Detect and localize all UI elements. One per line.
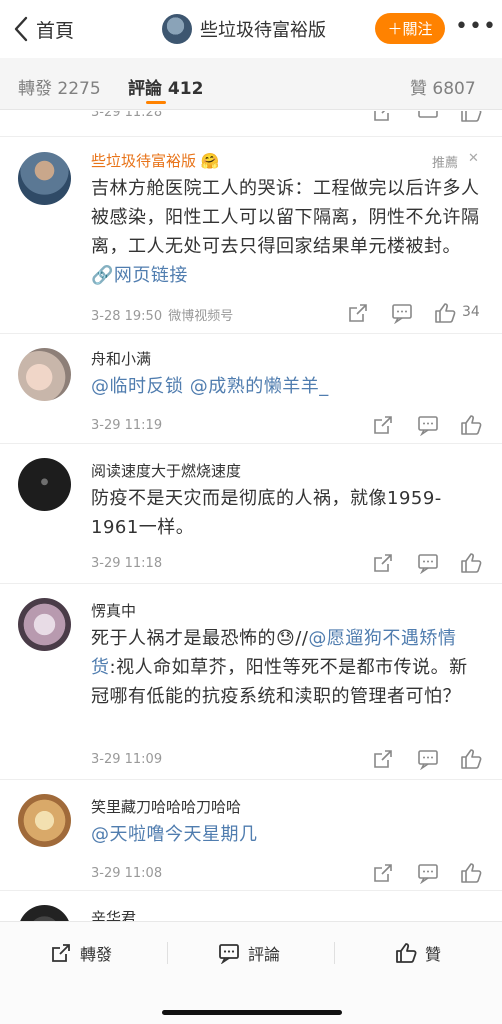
comment-time: 3-29 11:08: [91, 866, 163, 881]
comment-icon[interactable]: [391, 302, 413, 324]
follow-button[interactable]: ＋關注: [375, 13, 445, 44]
like-label: 贊: [425, 945, 442, 964]
avatar[interactable]: [18, 794, 71, 847]
recommended-label: 推薦: [432, 156, 459, 171]
comment-text[interactable]: @天啦噜今天星期几: [91, 820, 481, 849]
list-item[interactable]: 笑里藏刀哈哈哈刀哈哈 @天啦噜今天星期几 3-29 11:08: [0, 780, 502, 891]
like-icon[interactable]: [460, 111, 482, 123]
comment-icon[interactable]: [417, 552, 439, 574]
like-icon[interactable]: [460, 414, 482, 436]
repost-icon[interactable]: [372, 111, 394, 123]
like-icon: [396, 943, 417, 963]
repost-button[interactable]: 轉發: [50, 940, 112, 966]
bottom-action-bar: 轉發 評論 贊: [0, 921, 502, 1024]
comment-time: 3-29 11:19: [91, 418, 163, 433]
comment-username[interactable]: 辛华君: [91, 907, 136, 921]
like-icon[interactable]: [460, 552, 482, 574]
comment-label: 評論: [248, 945, 281, 964]
comment-icon: [219, 944, 239, 964]
comment-time: 3-29 11:28: [91, 111, 163, 120]
avatar[interactable]: [18, 348, 71, 401]
author-name: 些垃圾待富裕版: [200, 20, 326, 41]
avatar[interactable]: [18, 458, 71, 511]
author-avatar[interactable]: [162, 14, 192, 44]
comment-username[interactable]: 愣真中: [91, 600, 136, 621]
comment-username[interactable]: 舟和小满: [91, 348, 151, 369]
like-count: 34: [462, 304, 480, 320]
repost-label: 轉發: [80, 945, 113, 964]
comment-username[interactable]: 阅读速度大于燃烧速度: [91, 460, 241, 481]
more-options-icon[interactable]: •••: [455, 14, 496, 44]
comment-text: 防疫不是天灾而是彻底的人祸，就像1959-1961一样。: [91, 488, 442, 538]
like-icon[interactable]: [460, 748, 482, 770]
comment-time: 3-29 11:18: [91, 556, 163, 571]
comment-username[interactable]: 笑里藏刀哈哈哈刀哈哈: [91, 796, 241, 817]
repost-icon[interactable]: [372, 414, 394, 436]
comment-time: 3-28 19:50: [91, 309, 163, 324]
like-icon[interactable]: [434, 302, 456, 324]
comment-text: 死于人祸才是最恐怖的😓//@愿遛狗不遇矫情货:视人命如草芥，阳性等死不是都市传说…: [91, 628, 468, 707]
comment-icon[interactable]: [417, 414, 439, 436]
list-item[interactable]: 舟和小满 @临时反锁 @成熟的懒羊羊_ 3-29 11:19: [0, 334, 502, 444]
comment-icon[interactable]: [417, 862, 439, 884]
avatar[interactable]: [18, 598, 71, 651]
divider: [334, 942, 335, 964]
comment-username[interactable]: 些垃圾待富裕版 🤗: [91, 150, 219, 171]
tab-repost[interactable]: 轉發 2275: [18, 74, 101, 99]
comment-meta: 3-28 19:50 微博视频号: [91, 305, 233, 324]
comment-icon[interactable]: [417, 111, 439, 123]
avatar[interactable]: [18, 905, 71, 921]
divider: [167, 942, 168, 964]
like-icon[interactable]: [460, 862, 482, 884]
tab-likes[interactable]: 贊 6807: [410, 74, 476, 99]
active-tab-indicator: [146, 101, 166, 104]
repost-icon[interactable]: [372, 862, 394, 884]
comment-text[interactable]: @临时反锁 @成熟的懒羊羊_: [91, 372, 481, 401]
list-item: 3-29 11:28: [0, 111, 502, 137]
repost-icon[interactable]: [372, 748, 394, 770]
top-nav-bar: 首頁 些垃圾待富裕版 ＋關注 •••: [0, 0, 502, 58]
comment-button[interactable]: 評論: [218, 940, 280, 966]
repost-icon[interactable]: [347, 302, 369, 324]
repost-icon[interactable]: [372, 552, 394, 574]
close-icon[interactable]: ✕: [468, 151, 479, 166]
back-button[interactable]: 首頁: [12, 12, 74, 46]
web-link[interactable]: 🔗网页链接: [91, 265, 188, 286]
avatar[interactable]: [18, 152, 71, 205]
chevron-left-icon: [14, 16, 28, 42]
comment-text: 吉林方舱医院工人的哭诉：工程做完以后许多人被感染，阳性工人可以留下隔离，阴性不允…: [91, 178, 480, 286]
home-indicator: [162, 1010, 342, 1015]
list-item[interactable]: 些垃圾待富裕版 🤗 推薦 ✕ 吉林方舱医院工人的哭诉：工程做完以后许多人被感染，…: [0, 138, 502, 334]
comment-list[interactable]: 3-29 11:28 些垃圾待富裕版 🤗 推薦 ✕ 吉林方舱医院工人的哭诉：工程…: [0, 111, 502, 921]
repost-icon: [52, 944, 70, 962]
comment-time: 3-29 11:09: [91, 752, 163, 767]
like-button[interactable]: 贊: [395, 940, 441, 966]
list-item[interactable]: 辛华君: [0, 891, 502, 921]
list-item[interactable]: 愣真中 死于人祸才是最恐怖的😓//@愿遛狗不遇矫情货:视人命如草芥，阳性等死不是…: [0, 584, 502, 780]
page-title[interactable]: 些垃圾待富裕版: [162, 12, 326, 46]
comment-source: 微博视频号: [168, 309, 234, 324]
comment-icon[interactable]: [417, 748, 439, 770]
detail-tabs: 轉發 2275 評論 412 贊 6807: [0, 58, 502, 110]
list-item[interactable]: 阅读速度大于燃烧速度 防疫不是天灾而是彻底的人祸，就像1959-1961一样。 …: [0, 444, 502, 584]
back-label: 首頁: [36, 19, 75, 42]
tab-comments[interactable]: 評論 412: [128, 74, 203, 99]
badge-icon: 🤗: [200, 152, 220, 170]
